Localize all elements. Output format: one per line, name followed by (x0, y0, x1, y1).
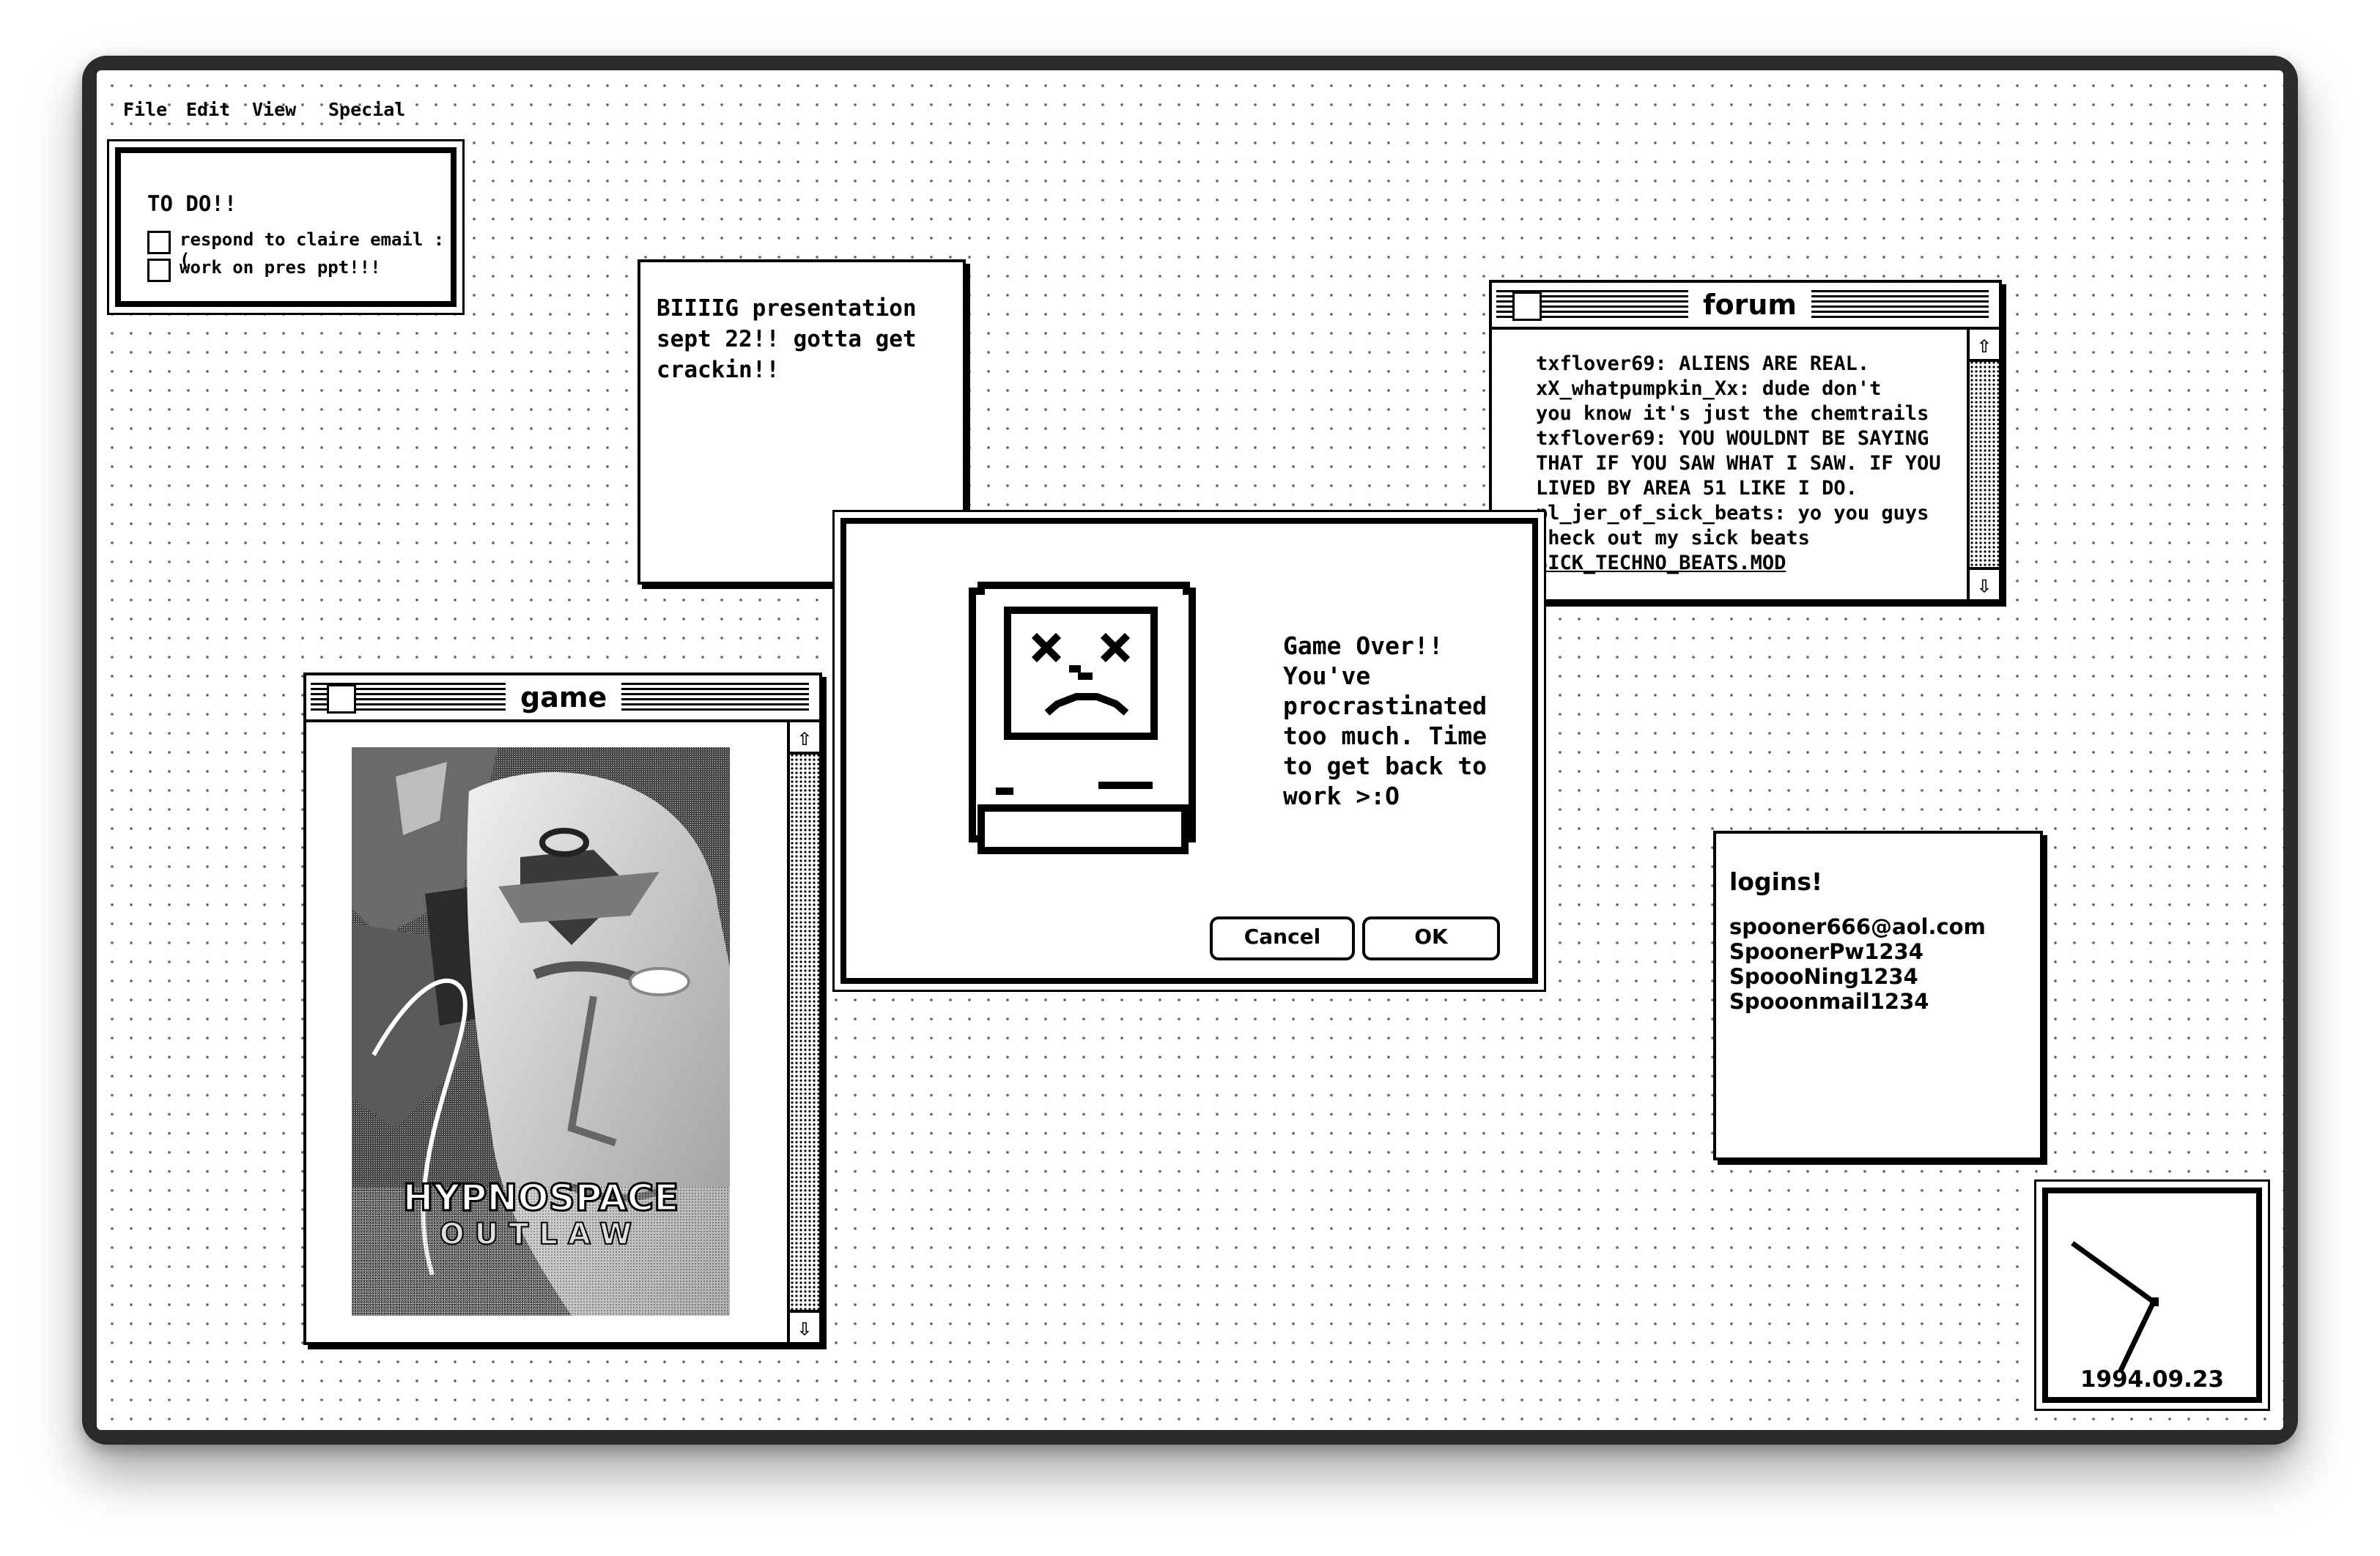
todo-window-body: TO DO!! respond to claire email :( work … (115, 147, 457, 307)
dialog-message-line: Game Over!! (1283, 631, 1444, 660)
game-scrollbar[interactable]: ⇧ ⇩ (787, 722, 819, 1342)
logins-title: logins! (1729, 867, 1823, 896)
cover-logo-line1: HYPNOSPACE (403, 1177, 679, 1219)
scroll-down-arrow-icon[interactable]: ⇩ (790, 1310, 819, 1342)
game-title: game (506, 680, 622, 715)
menu-file[interactable]: File (123, 100, 167, 120)
forum-scrollbar[interactable]: ⇧ ⇩ (1967, 330, 1999, 599)
forum-title: forum (1688, 287, 1812, 322)
forum-line: pl_jer_of_sick_beats: yo you guys (1536, 502, 1929, 525)
note-line: sept 22!! gotta get (657, 326, 917, 352)
menu-special[interactable]: Special (328, 100, 405, 120)
game-window[interactable]: game HYPNOSPACE OUTLAW ⇧ ⇩ (303, 673, 822, 1345)
todo-window[interactable]: TO DO!! respond to claire email :( work … (107, 139, 465, 315)
dialog-message-line: work >:O (1283, 782, 1400, 810)
dialog-body: Game Over!! You've procrastinated too mu… (840, 518, 1538, 984)
forum-window[interactable]: forum txflover69: ALIENS ARE REAL. xX_wh… (1489, 280, 2002, 602)
dialog-message: Game Over!! You've procrastinated too mu… (1283, 631, 1487, 811)
game-over-dialog[interactable]: Game Over!! You've procrastinated too mu… (832, 510, 1546, 992)
dialog-message-line: You've (1283, 662, 1371, 690)
ok-button[interactable]: OK (1362, 916, 1500, 960)
logins-note[interactable]: logins! spooner666@aol.com SpoonerPw1234… (1713, 831, 2043, 1160)
menu-bar: File Edit View Special (97, 70, 2283, 120)
clock-face: 1994.09.23 (2042, 1188, 2262, 1403)
login-line: SpoooNing1234 (1729, 964, 1918, 989)
forum-line: xX_whatpumpkin_Xx: dude don't (1536, 377, 1882, 400)
clock-date: 1994.09.23 (2080, 1366, 2225, 1393)
login-line: Spooonmail1234 (1729, 989, 1929, 1014)
cover-logo-line2: OUTLAW (440, 1218, 643, 1251)
dialog-message-line: procrastinated (1283, 692, 1488, 720)
close-box-icon[interactable] (327, 684, 356, 714)
note-text: BIIIIG presentation sept 22!! gotta get … (657, 293, 917, 385)
game-cover-image[interactable]: HYPNOSPACE OUTLAW (352, 747, 730, 1316)
forum-line: you know it's just the chemtrails (1536, 402, 1929, 425)
menu-view[interactable]: View (252, 100, 296, 120)
scroll-up-arrow-icon[interactable]: ⇧ (1970, 330, 1999, 362)
monitor-frame: File Edit View Special TO DO!! respond t… (82, 56, 2298, 1445)
game-title-bar[interactable]: game (306, 675, 819, 722)
note-line: BIIIIG presentation (657, 295, 917, 322)
forum-title-bar[interactable]: forum (1492, 283, 1999, 330)
cancel-button[interactable]: Cancel (1210, 916, 1355, 960)
menu-edit[interactable]: Edit (186, 100, 230, 120)
login-line: spooner666@aol.com (1729, 914, 1986, 939)
forum-messages: txflover69: ALIENS ARE REAL. xX_whatpump… (1536, 352, 1941, 576)
forum-line: THAT IF YOU SAW WHAT I SAW. IF YOU (1536, 452, 1941, 475)
forum-line: txflover69: ALIENS ARE REAL. (1536, 352, 1870, 375)
login-line: SpoonerPw1234 (1729, 939, 1923, 964)
scroll-down-arrow-icon[interactable]: ⇩ (1970, 567, 1999, 599)
sad-mac-icon (969, 582, 1196, 854)
forum-line: LIVED BY AREA 51 LIKE I DO. (1536, 477, 1858, 500)
forum-line: txflover69: YOU WOULDNT BE SAYING (1536, 427, 1929, 450)
desktop: File Edit View Special TO DO!! respond t… (97, 70, 2283, 1430)
todo-item-2: work on pres ppt!!! (180, 257, 381, 278)
close-box-icon[interactable] (1512, 292, 1542, 321)
todo-title: TO DO!! (147, 191, 237, 216)
scroll-up-arrow-icon[interactable]: ⇧ (790, 722, 819, 755)
todo-checkbox-2[interactable] (147, 259, 171, 282)
todo-checkbox-1[interactable] (147, 231, 171, 254)
note-line: crackin!! (657, 357, 780, 383)
dialog-message-line: to get back to (1283, 752, 1488, 780)
logins-list: spooner666@aol.com SpoonerPw1234 SpoooNi… (1729, 914, 1986, 1014)
clock-window[interactable]: 1994.09.23 (2034, 1179, 2270, 1411)
forum-file-link[interactable]: SICK_TECHNO_BEATS.MOD (1536, 551, 1941, 576)
game-cover-art: HYPNOSPACE OUTLAW (352, 747, 730, 1316)
dialog-message-line: too much. Time (1283, 722, 1488, 750)
forum-line: check out my sick beats (1536, 527, 1810, 549)
